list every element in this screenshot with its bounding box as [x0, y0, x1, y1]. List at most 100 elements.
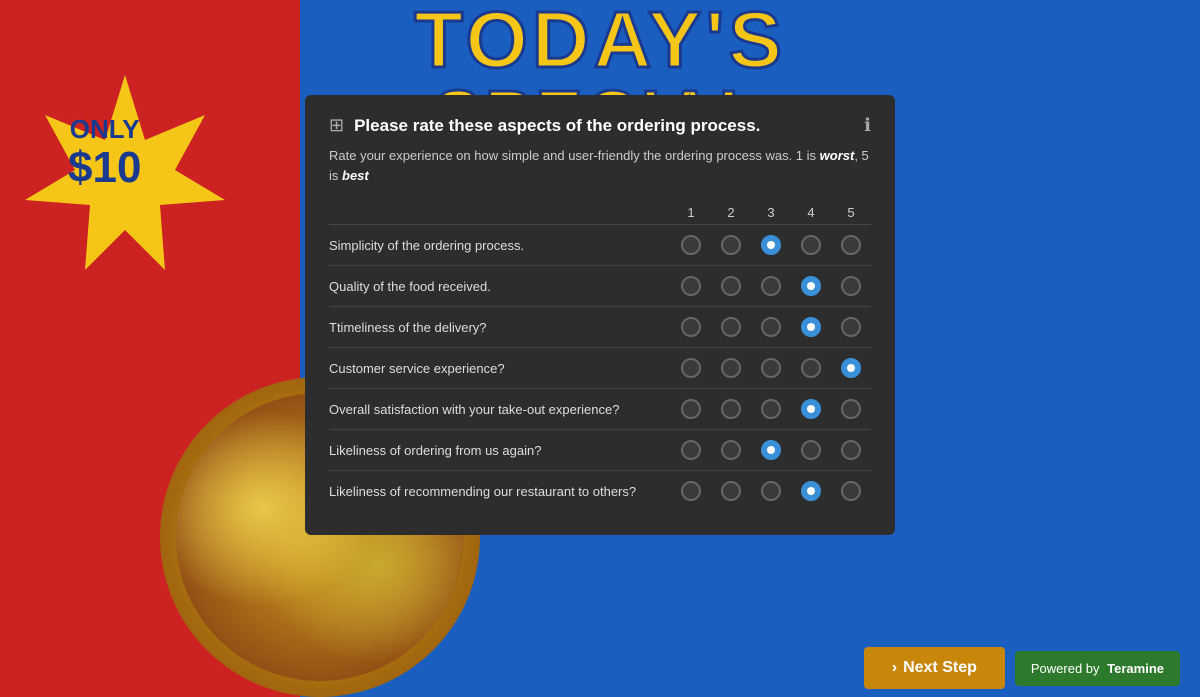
radio-btn-row6-col5[interactable]: [841, 481, 861, 501]
radio-cell-row1-col1[interactable]: [671, 266, 711, 307]
table-row: Likeliness of ordering from us again?: [329, 430, 871, 471]
radio-btn-row6-col4[interactable]: [801, 481, 821, 501]
row-label: Likeliness of ordering from us again?: [329, 430, 671, 471]
rating-table: 1 2 3 4 5 Simplicity of the ordering pro…: [329, 201, 871, 511]
only-label: ONLY: [68, 115, 141, 144]
radio-cell-row0-col5[interactable]: [831, 225, 871, 266]
radio-cell-row4-col2[interactable]: [711, 389, 751, 430]
radio-btn-row6-col3[interactable]: [761, 481, 781, 501]
table-row: Customer service experience?: [329, 348, 871, 389]
radio-btn-row1-col3[interactable]: [761, 276, 781, 296]
best-label: best: [342, 168, 369, 183]
bottom-bar: › Next Step Powered by Teramine: [0, 639, 1200, 697]
radio-cell-row5-col4[interactable]: [791, 430, 831, 471]
col-1-header: 1: [671, 201, 711, 225]
radio-btn-row5-col4[interactable]: [801, 440, 821, 460]
radio-btn-row2-col1[interactable]: [681, 317, 701, 337]
radio-cell-row3-col5[interactable]: [831, 348, 871, 389]
radio-btn-row4-col3[interactable]: [761, 399, 781, 419]
table-header-row: 1 2 3 4 5: [329, 201, 871, 225]
powered-by-prefix: Powered by: [1031, 661, 1100, 676]
radio-btn-row5-col1[interactable]: [681, 440, 701, 460]
radio-btn-row0-col1[interactable]: [681, 235, 701, 255]
radio-btn-row4-col4[interactable]: [801, 399, 821, 419]
radio-cell-row5-col1[interactable]: [671, 430, 711, 471]
radio-cell-row4-col1[interactable]: [671, 389, 711, 430]
modal-description: Rate your experience on how simple and u…: [329, 146, 871, 185]
row-label: Ttimeliness of the delivery?: [329, 307, 671, 348]
radio-btn-row1-col1[interactable]: [681, 276, 701, 296]
radio-btn-row1-col2[interactable]: [721, 276, 741, 296]
radio-cell-row0-col1[interactable]: [671, 225, 711, 266]
radio-cell-row4-col3[interactable]: [751, 389, 791, 430]
table-row: Likeliness of recommending our restauran…: [329, 471, 871, 512]
radio-cell-row0-col4[interactable]: [791, 225, 831, 266]
radio-btn-row3-col1[interactable]: [681, 358, 701, 378]
radio-btn-row5-col2[interactable]: [721, 440, 741, 460]
info-icon[interactable]: ℹ: [864, 115, 871, 136]
next-step-arrow: ›: [892, 659, 897, 677]
radio-cell-row0-col2[interactable]: [711, 225, 751, 266]
radio-btn-row2-col4[interactable]: [801, 317, 821, 337]
radio-cell-row6-col5[interactable]: [831, 471, 871, 512]
radio-cell-row2-col2[interactable]: [711, 307, 751, 348]
radio-btn-row4-col2[interactable]: [721, 399, 741, 419]
radio-btn-row6-col1[interactable]: [681, 481, 701, 501]
radio-btn-row2-col2[interactable]: [721, 317, 741, 337]
radio-cell-row6-col2[interactable]: [711, 471, 751, 512]
radio-cell-row3-col1[interactable]: [671, 348, 711, 389]
radio-btn-row3-col5[interactable]: [841, 358, 861, 378]
radio-cell-row4-col5[interactable]: [831, 389, 871, 430]
next-step-button[interactable]: › Next Step: [864, 647, 1005, 689]
radio-btn-row5-col3[interactable]: [761, 440, 781, 460]
radio-cell-row3-col3[interactable]: [751, 348, 791, 389]
radio-btn-row0-col4[interactable]: [801, 235, 821, 255]
powered-by-brand: Teramine: [1107, 661, 1164, 676]
radio-btn-row1-col5[interactable]: [841, 276, 861, 296]
radio-cell-row6-col1[interactable]: [671, 471, 711, 512]
radio-btn-row5-col5[interactable]: [841, 440, 861, 460]
radio-cell-row2-col1[interactable]: [671, 307, 711, 348]
radio-cell-row5-col2[interactable]: [711, 430, 751, 471]
radio-cell-row4-col4[interactable]: [791, 389, 831, 430]
grid-icon: ⊞: [329, 115, 344, 136]
radio-cell-row2-col5[interactable]: [831, 307, 871, 348]
radio-btn-row1-col4[interactable]: [801, 276, 821, 296]
radio-cell-row6-col3[interactable]: [751, 471, 791, 512]
radio-cell-row1-col2[interactable]: [711, 266, 751, 307]
worst-label: worst: [820, 148, 855, 163]
radio-btn-row0-col5[interactable]: [841, 235, 861, 255]
radio-btn-row3-col2[interactable]: [721, 358, 741, 378]
radio-cell-row1-col4[interactable]: [791, 266, 831, 307]
radio-btn-row2-col5[interactable]: [841, 317, 861, 337]
radio-btn-row4-col1[interactable]: [681, 399, 701, 419]
col-4-header: 4: [791, 201, 831, 225]
radio-btn-row0-col2[interactable]: [721, 235, 741, 255]
row-label: Likeliness of recommending our restauran…: [329, 471, 671, 512]
radio-cell-row2-col4[interactable]: [791, 307, 831, 348]
radio-cell-row2-col3[interactable]: [751, 307, 791, 348]
radio-btn-row2-col3[interactable]: [761, 317, 781, 337]
radio-cell-row3-col2[interactable]: [711, 348, 751, 389]
table-row: Overall satisfaction with your take-out …: [329, 389, 871, 430]
col-2-header: 2: [711, 201, 751, 225]
modal-title: Please rate these aspects of the orderin…: [354, 116, 760, 136]
radio-cell-row1-col5[interactable]: [831, 266, 871, 307]
radio-cell-row5-col3[interactable]: [751, 430, 791, 471]
question-column-header: [329, 201, 671, 225]
radio-cell-row6-col4[interactable]: [791, 471, 831, 512]
radio-btn-row3-col3[interactable]: [761, 358, 781, 378]
table-row: Simplicity of the ordering process.: [329, 225, 871, 266]
radio-cell-row1-col3[interactable]: [751, 266, 791, 307]
radio-cell-row5-col5[interactable]: [831, 430, 871, 471]
radio-btn-row6-col2[interactable]: [721, 481, 741, 501]
table-row: Ttimeliness of the delivery?: [329, 307, 871, 348]
modal-title-row: ⊞ Please rate these aspects of the order…: [329, 115, 760, 136]
radio-cell-row3-col4[interactable]: [791, 348, 831, 389]
survey-modal: ⊞ Please rate these aspects of the order…: [305, 95, 895, 535]
radio-btn-row4-col5[interactable]: [841, 399, 861, 419]
radio-cell-row0-col3[interactable]: [751, 225, 791, 266]
banner-line1: TODAY'S: [414, 0, 786, 84]
radio-btn-row0-col3[interactable]: [761, 235, 781, 255]
radio-btn-row3-col4[interactable]: [801, 358, 821, 378]
